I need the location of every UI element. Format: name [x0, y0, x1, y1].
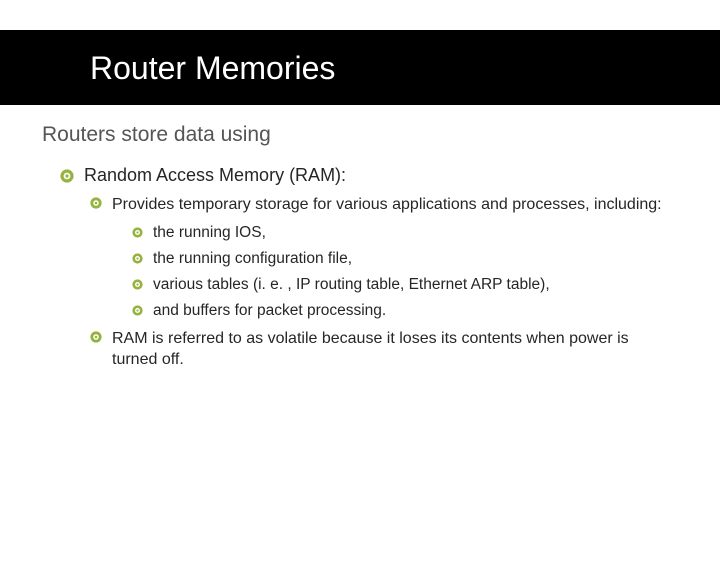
bullet-icon — [132, 227, 143, 238]
list-item: and buffers for packet processing. — [132, 302, 678, 320]
intro-text: Provides temporary storage for various a… — [112, 194, 678, 216]
list-item-text: the running configuration file, — [153, 250, 678, 268]
bullet-icon — [60, 169, 74, 183]
bullet-icon — [90, 331, 102, 343]
footnote-row: RAM is referred to as volatile because i… — [90, 328, 678, 371]
list-item-text: and buffers for packet processing. — [153, 302, 678, 320]
list-item: the running IOS, — [132, 224, 678, 242]
page-title: Router Memories — [90, 50, 720, 87]
content-area: Routers store data using Random Access M… — [0, 105, 720, 371]
list-item: various tables (i. e. , IP routing table… — [132, 276, 678, 294]
subtitle: Routers store data using — [42, 123, 678, 147]
intro-row: Provides temporary storage for various a… — [90, 194, 678, 216]
bullet-icon — [132, 253, 143, 264]
list-item-text: various tables (i. e. , IP routing table… — [153, 276, 678, 294]
bullet-icon — [90, 197, 102, 209]
section-heading: Random Access Memory (RAM): — [84, 165, 678, 186]
section-heading-row: Random Access Memory (RAM): — [60, 165, 678, 186]
list-item-text: the running IOS, — [153, 224, 678, 242]
bullet-icon — [132, 279, 143, 290]
list-item: the running configuration file, — [132, 250, 678, 268]
footnote-text: RAM is referred to as volatile because i… — [112, 328, 678, 371]
bullet-icon — [132, 305, 143, 316]
title-bar: Router Memories — [0, 30, 720, 105]
